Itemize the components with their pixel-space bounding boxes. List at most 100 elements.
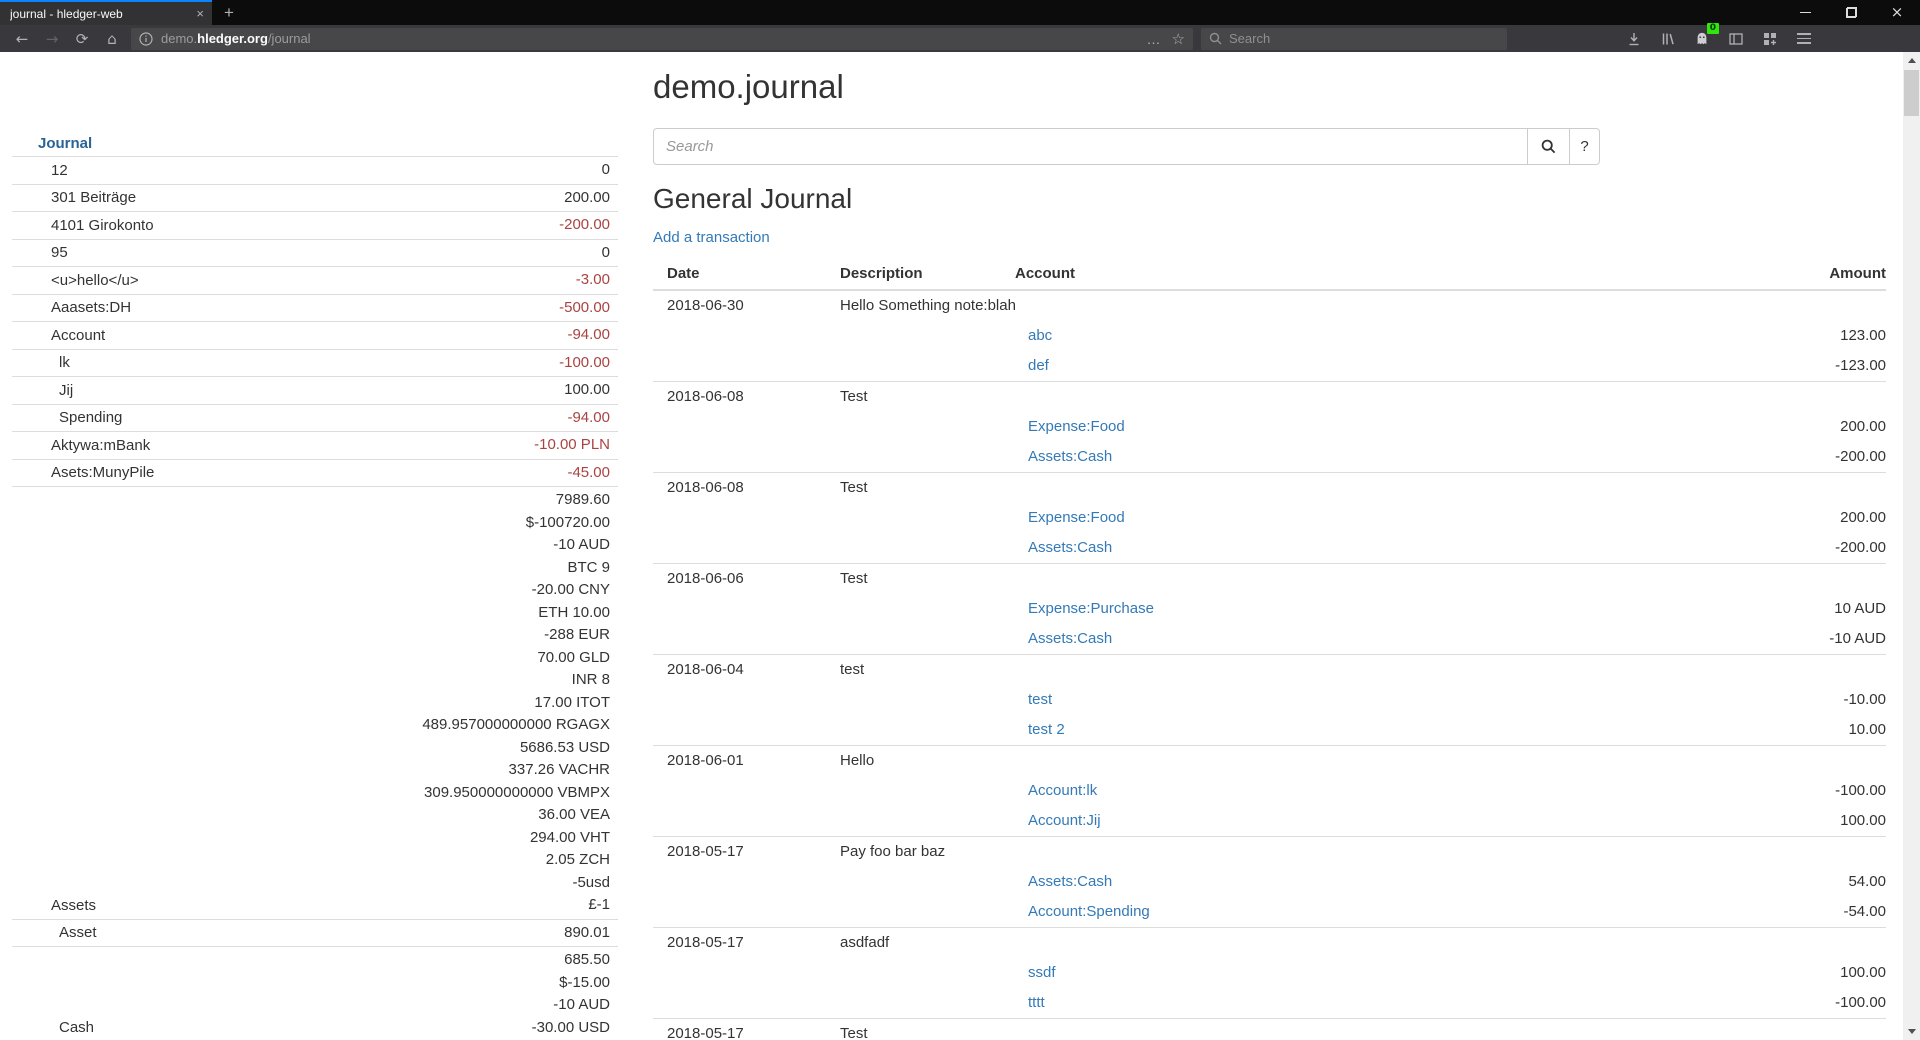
sidebar-account-row: lk -100.00 [12,350,618,378]
posting-account-link[interactable]: Assets:Cash [1028,533,1756,563]
posting-account-link[interactable]: Expense:Food [1028,412,1756,442]
posting-account-link[interactable]: Assets:Cash [1028,442,1756,472]
transaction-date: 2018-06-04 [667,655,840,685]
sidebar-account-link[interactable]: Jij [12,380,73,402]
close-window-button[interactable]: × [1874,0,1920,25]
browser-search-field[interactable]: Search [1201,28,1507,50]
home-button[interactable]: ⌂ [97,27,127,51]
posting-account-link[interactable]: Assets:Cash [1028,867,1756,897]
transaction-row[interactable]: 2018-06-04 test test-10.00test 210.00 [653,655,1886,746]
page-scrollbar[interactable] [1903,52,1920,1040]
sidebar-account-link[interactable]: Account [12,325,105,347]
back-button[interactable]: ← [7,27,37,51]
sidebar-account-link[interactable]: 12 [12,160,68,182]
search-help-button[interactable]: ? [1569,128,1600,165]
posting-line: Account:Spending-54.00 [653,897,1886,927]
posting-line: tttt-100.00 [653,988,1886,1018]
sidebar-account-link[interactable]: 301 Beiträge [12,187,136,209]
transaction-date: 2018-05-17 [667,837,840,867]
menu-icon [1797,33,1811,35]
scrollbar-thumb[interactable] [1904,70,1919,116]
sidebar-account-link[interactable]: 95 [12,242,68,264]
bookmark-star-icon[interactable]: ☆ [1172,30,1185,48]
posting-amount: -54.00 [1756,897,1886,927]
journal-nav-link[interactable]: Journal [38,135,92,152]
sidebar-account-link[interactable]: Asets:MunyPile [12,462,154,484]
ghost-extension-icon [1695,32,1709,46]
forward-button[interactable]: → [37,27,67,51]
sidebar-account-row: 301 Beiträge 200.00 [12,185,618,213]
transaction-row[interactable]: 2018-05-17 Pay foo bar baz Assets:Cash54… [653,837,1886,928]
posting-account-link[interactable]: Account:Spending [1028,897,1756,927]
sidebar-account-link[interactable]: 4101 Girokonto [12,215,154,237]
posting-account-link[interactable]: ssdf [1028,958,1756,988]
transaction-row[interactable]: 2018-06-06 Test Expense:Purchase10 AUDAs… [653,564,1886,655]
sidebar-toggle-icon [1729,32,1743,46]
new-tab-button[interactable]: + [212,0,246,25]
account-balance-amount: 36.00 VEA [422,804,610,827]
transaction-date: 2018-06-08 [667,382,840,412]
transaction-row[interactable]: 2018-06-01 Hello Account:lk-100.00Accoun… [653,746,1886,837]
toolbar-icons: 0 [1619,27,1819,51]
account-balance-amount: INR 8 [422,669,610,692]
tab-title: journal - hledger-web [10,7,190,21]
sidebar-account-link[interactable]: Aktywa:mBank [12,435,150,457]
url-bar[interactable]: demo.hledger.org/journal … ☆ [131,28,1193,50]
tab-close-icon[interactable]: × [196,7,204,20]
account-balance-amount: -500.00 [559,297,610,320]
transaction-row[interactable]: 2018-06-08 Test Expense:Food200.00Assets… [653,473,1886,564]
posting-account-link[interactable]: Account:lk [1028,776,1756,806]
transaction-description: Test [840,564,1886,594]
posting-account-link[interactable]: test [1028,685,1756,715]
account-balance-amount: $-15.00 [532,972,610,995]
posting-account-link[interactable]: Expense:Food [1028,503,1756,533]
sidebar-account-link[interactable]: Asset [12,922,97,944]
page-actions-icon[interactable]: … [1147,31,1162,47]
url-actions: … ☆ [1147,30,1185,48]
sidebar-toggle-button[interactable] [1721,27,1751,51]
posting-line: test 210.00 [653,715,1886,745]
transaction-row[interactable]: 2018-05-17 Test [653,1019,1886,1040]
search-input[interactable] [653,128,1528,165]
menu-button[interactable] [1789,27,1819,51]
posting-amount: -10 AUD [1756,624,1886,654]
scroll-down-arrow[interactable] [1903,1023,1920,1040]
transaction-description: Hello Something note:blah [840,291,1886,321]
sidebar-account-link[interactable]: <u>hello</u> [12,270,139,292]
transaction-row[interactable]: 2018-06-30 Hello Something note:blah abc… [653,291,1886,382]
screenshots-grid-button[interactable] [1755,27,1785,51]
sidebar-account-link[interactable]: Aaasets:DH [12,297,131,319]
posting-amount: -200.00 [1756,533,1886,563]
sidebar-account-row: Asset 890.01 [12,920,618,948]
posting-account-link[interactable]: abc [1028,321,1756,351]
sidebar-account-link[interactable]: Spending [12,407,122,429]
posting-account-link[interactable]: tttt [1028,988,1756,1018]
library-button[interactable] [1653,27,1683,51]
restore-button[interactable] [1828,0,1874,25]
search-submit-button[interactable] [1527,128,1570,165]
transaction-row[interactable]: 2018-05-17 asdfadf ssdf100.00tttt-100.00 [653,928,1886,1019]
extension-button[interactable]: 0 [1687,27,1717,51]
transaction-row[interactable]: 2018-06-08 Test Expense:Food200.00Assets… [653,382,1886,473]
minimize-button[interactable] [1782,0,1828,25]
sidebar-account-link[interactable]: Cash [12,1017,94,1039]
posting-amount: 100.00 [1756,806,1886,836]
posting-account-link[interactable]: def [1028,351,1756,381]
window-controls: × [1782,0,1920,25]
sidebar-account-link[interactable]: Assets [12,895,96,917]
transaction-date: 2018-06-06 [667,564,840,594]
sidebar-account-link[interactable]: lk [12,352,70,374]
posting-account-link[interactable]: Expense:Purchase [1028,594,1756,624]
section-title: General Journal [653,183,1886,215]
posting-account-link[interactable]: Assets:Cash [1028,624,1756,654]
posting-account-link[interactable]: Account:Jij [1028,806,1756,836]
browser-search-placeholder: Search [1229,31,1270,46]
reload-button[interactable]: ⟳ [67,27,97,51]
add-transaction-link[interactable]: Add a transaction [653,229,770,246]
sidebar-account-row: Spending -94.00 [12,405,618,433]
search-icon [1541,139,1556,154]
scroll-up-arrow[interactable] [1903,52,1920,69]
download-button[interactable] [1619,27,1649,51]
posting-account-link[interactable]: test 2 [1028,715,1756,745]
browser-tab[interactable]: journal - hledger-web × [0,0,212,25]
